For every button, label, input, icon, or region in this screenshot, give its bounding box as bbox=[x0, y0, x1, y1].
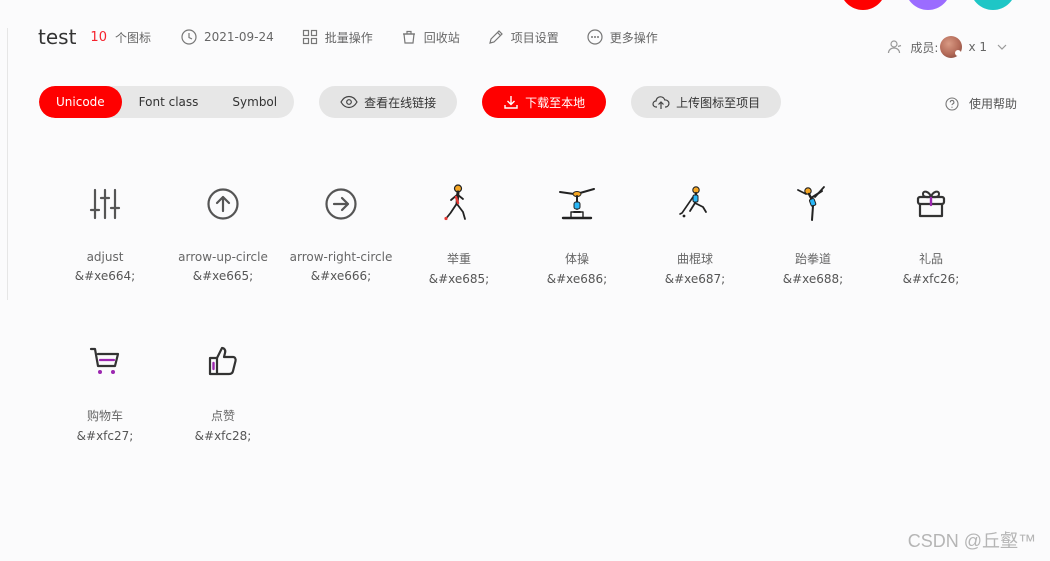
icon-card-gift[interactable]: 礼品 &#xfc26; bbox=[872, 180, 990, 337]
taekwondo-icon bbox=[793, 180, 833, 228]
icon-name: 体操 bbox=[564, 252, 589, 266]
icon-card-shopping-cart[interactable]: 购物车 &#xfc27; bbox=[46, 337, 164, 494]
icon-name: adjust bbox=[86, 250, 124, 264]
icon-grid: adjust &#xe664; arrow-up-circle &#xe665;… bbox=[46, 180, 990, 494]
members-count: x 1 bbox=[968, 40, 987, 54]
clock-icon bbox=[181, 29, 197, 45]
icon-card-hockey[interactable]: 曲棍球 &#xe687; bbox=[636, 180, 754, 337]
avatar[interactable] bbox=[940, 36, 963, 58]
icon-card-arrow-up-circle[interactable]: arrow-up-circle &#xe665; bbox=[164, 180, 282, 337]
icon-name: 曲棍球 bbox=[676, 252, 713, 266]
download-button[interactable]: 下载至本地 bbox=[482, 86, 607, 118]
recycle-bin-label: 回收站 bbox=[423, 30, 460, 45]
pencil-icon bbox=[488, 30, 503, 44]
icon-card-gymnastics[interactable]: 体操 &#xe686; bbox=[518, 180, 636, 337]
icon-name: 举重 bbox=[446, 252, 471, 266]
icon-code: &#xe666; bbox=[310, 269, 372, 283]
icon-code: &#xfc27; bbox=[76, 429, 134, 443]
upload-label: 上传图标至项目 bbox=[676, 95, 761, 110]
more-ops-button[interactable]: 更多操作 bbox=[587, 29, 658, 46]
weightlifting-icon bbox=[439, 180, 479, 228]
created-date-text: 2021-09-24 bbox=[203, 30, 274, 44]
icon-card-adjust[interactable]: adjust &#xe664; bbox=[46, 180, 164, 337]
icon-count: 10 bbox=[90, 29, 107, 45]
left-divider bbox=[7, 28, 8, 300]
project-title: test bbox=[38, 25, 77, 49]
gift-icon bbox=[911, 180, 951, 228]
icon-code: &#xe664; bbox=[74, 269, 136, 283]
code-type-tabs: Unicode Font class Symbol bbox=[39, 86, 295, 118]
help-circle-icon bbox=[945, 96, 959, 111]
batch-ops-button[interactable]: 批量操作 bbox=[302, 29, 373, 46]
batch-ops-label: 批量操作 bbox=[324, 30, 373, 45]
adjust-icon bbox=[85, 180, 125, 228]
thumbs-up-icon bbox=[203, 337, 243, 385]
gymnastics-icon bbox=[557, 180, 597, 228]
eye-icon bbox=[340, 95, 358, 109]
project-header: test 10 个图标 2021-09-24 批量操作 回收站 项目设置 更多操… bbox=[38, 22, 686, 52]
icon-code: &#xe688; bbox=[782, 272, 844, 286]
toolbar: Unicode Font class Symbol 查看在线链接 下载至本地 上… bbox=[39, 86, 806, 118]
corner-circle-teal[interactable] bbox=[970, 0, 1016, 10]
corner-circle-red[interactable] bbox=[840, 0, 886, 10]
upload-button[interactable]: 上传图标至项目 bbox=[631, 86, 782, 118]
icon-code: &#xe686; bbox=[546, 272, 608, 286]
members-icon bbox=[888, 40, 902, 54]
more-ops-label: 更多操作 bbox=[609, 30, 658, 45]
icon-count-label: 个图标 bbox=[114, 30, 151, 45]
icon-code: &#xe665; bbox=[192, 269, 254, 283]
icon-code: &#xe687; bbox=[664, 272, 726, 286]
icon-name: 礼品 bbox=[918, 252, 943, 266]
icon-name: 点赞 bbox=[210, 409, 235, 423]
help-link[interactable]: 使用帮助 bbox=[945, 95, 1017, 112]
created-date: 2021-09-24 bbox=[181, 29, 274, 45]
view-online-link-label: 查看在线链接 bbox=[364, 95, 437, 110]
more-dots-icon bbox=[587, 29, 603, 45]
view-online-link-button[interactable]: 查看在线链接 bbox=[319, 86, 458, 118]
tab-symbol[interactable]: Symbol bbox=[215, 86, 294, 118]
icon-code: &#xfc28; bbox=[194, 429, 252, 443]
trash-icon bbox=[402, 30, 415, 44]
watermark: CSDN @丘壑™ bbox=[907, 531, 1036, 551]
recycle-bin-button[interactable]: 回收站 bbox=[401, 29, 460, 46]
help-label: 使用帮助 bbox=[968, 97, 1017, 111]
download-icon bbox=[504, 96, 518, 109]
tab-unicode[interactable]: Unicode bbox=[39, 86, 122, 118]
grid-icon bbox=[302, 29, 317, 45]
cloud-upload-icon bbox=[652, 96, 670, 109]
members-menu[interactable]: 成员: x 1 bbox=[887, 36, 1014, 58]
chevron-down-icon[interactable] bbox=[997, 42, 1007, 52]
icon-card-taekwondo[interactable]: 跆拳道 &#xe688; bbox=[754, 180, 872, 337]
download-label: 下载至本地 bbox=[525, 95, 586, 110]
icon-code: &#xfc26; bbox=[902, 272, 960, 286]
hockey-icon bbox=[675, 180, 715, 228]
icon-name: 购物车 bbox=[86, 409, 123, 423]
icon-name: 跆拳道 bbox=[794, 252, 831, 266]
arrow-right-circle-icon bbox=[321, 180, 361, 228]
members-label: 成员: bbox=[910, 40, 939, 55]
page: test 10 个图标 2021-09-24 批量操作 回收站 项目设置 更多操… bbox=[0, 0, 1050, 561]
project-settings-label: 项目设置 bbox=[510, 30, 559, 45]
icon-name: arrow-up-circle bbox=[178, 250, 268, 264]
shopping-cart-icon bbox=[85, 337, 125, 385]
icon-card-weightlifting[interactable]: 举重 &#xe685; bbox=[400, 180, 518, 337]
arrow-up-circle-icon bbox=[203, 180, 243, 228]
icon-name: arrow-right-circle bbox=[289, 250, 393, 264]
project-settings-button[interactable]: 项目设置 bbox=[488, 29, 559, 46]
tab-font-class[interactable]: Font class bbox=[122, 86, 216, 118]
icon-card-arrow-right-circle[interactable]: arrow-right-circle &#xe666; bbox=[282, 180, 400, 337]
icon-code: &#xe685; bbox=[428, 272, 490, 286]
corner-circle-purple[interactable] bbox=[905, 0, 951, 10]
icon-card-thumbs-up[interactable]: 点赞 &#xfc28; bbox=[164, 337, 282, 494]
